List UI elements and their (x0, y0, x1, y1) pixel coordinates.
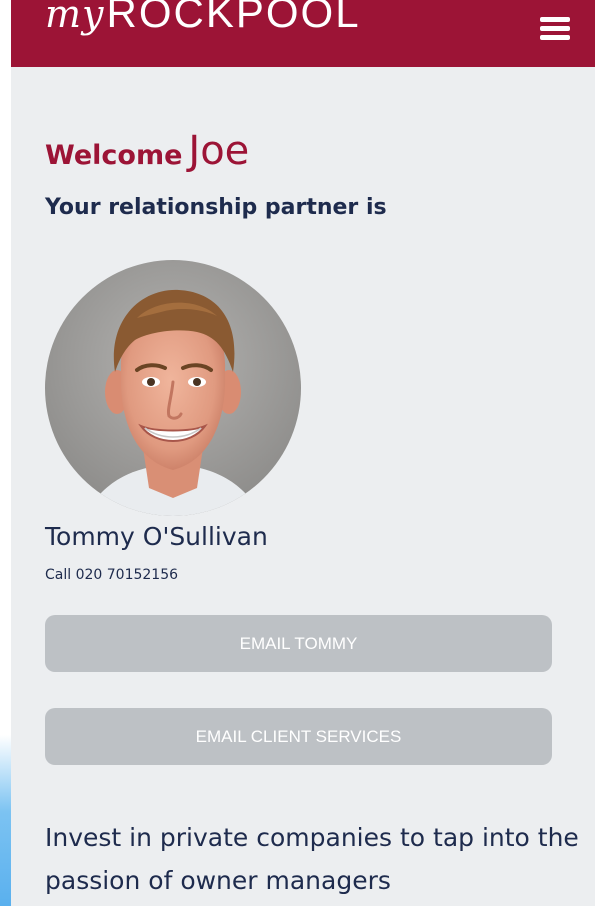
welcome-user-name: Joe (188, 128, 250, 174)
menu-bar-top (540, 17, 570, 22)
top-navbar: my ROCKPOOL (11, 0, 595, 67)
myrockpool-logo[interactable]: my ROCKPOOL (45, 0, 361, 34)
partner-avatar-illustration (45, 260, 301, 516)
email-partner-button[interactable]: EMAIL TOMMY (45, 615, 552, 672)
logo-brand-text: ROCKPOOL (106, 0, 361, 36)
relationship-partner-heading: Your relationship partner is (45, 195, 387, 220)
partner-phone: Call 020 70152156 (45, 567, 179, 583)
email-client-services-button[interactable]: EMAIL CLIENT SERVICES (45, 708, 552, 765)
investment-tagline: Invest in private companies to tap into … (45, 823, 579, 895)
hamburger-menu-icon[interactable] (540, 17, 570, 41)
logo-my-text: my (45, 0, 105, 36)
welcome-word: Welcome (45, 140, 183, 171)
app-screen: my ROCKPOOL Welcome Joe Your relationship… (11, 0, 595, 906)
menu-bar-bottom (540, 35, 570, 40)
left-edge-glow (0, 735, 11, 906)
menu-bar-middle (540, 26, 570, 31)
left-page-edge (0, 0, 11, 906)
partner-avatar (45, 260, 301, 516)
welcome-heading: Welcome Joe (45, 128, 249, 174)
partner-name: Tommy O'Sullivan (45, 522, 268, 551)
